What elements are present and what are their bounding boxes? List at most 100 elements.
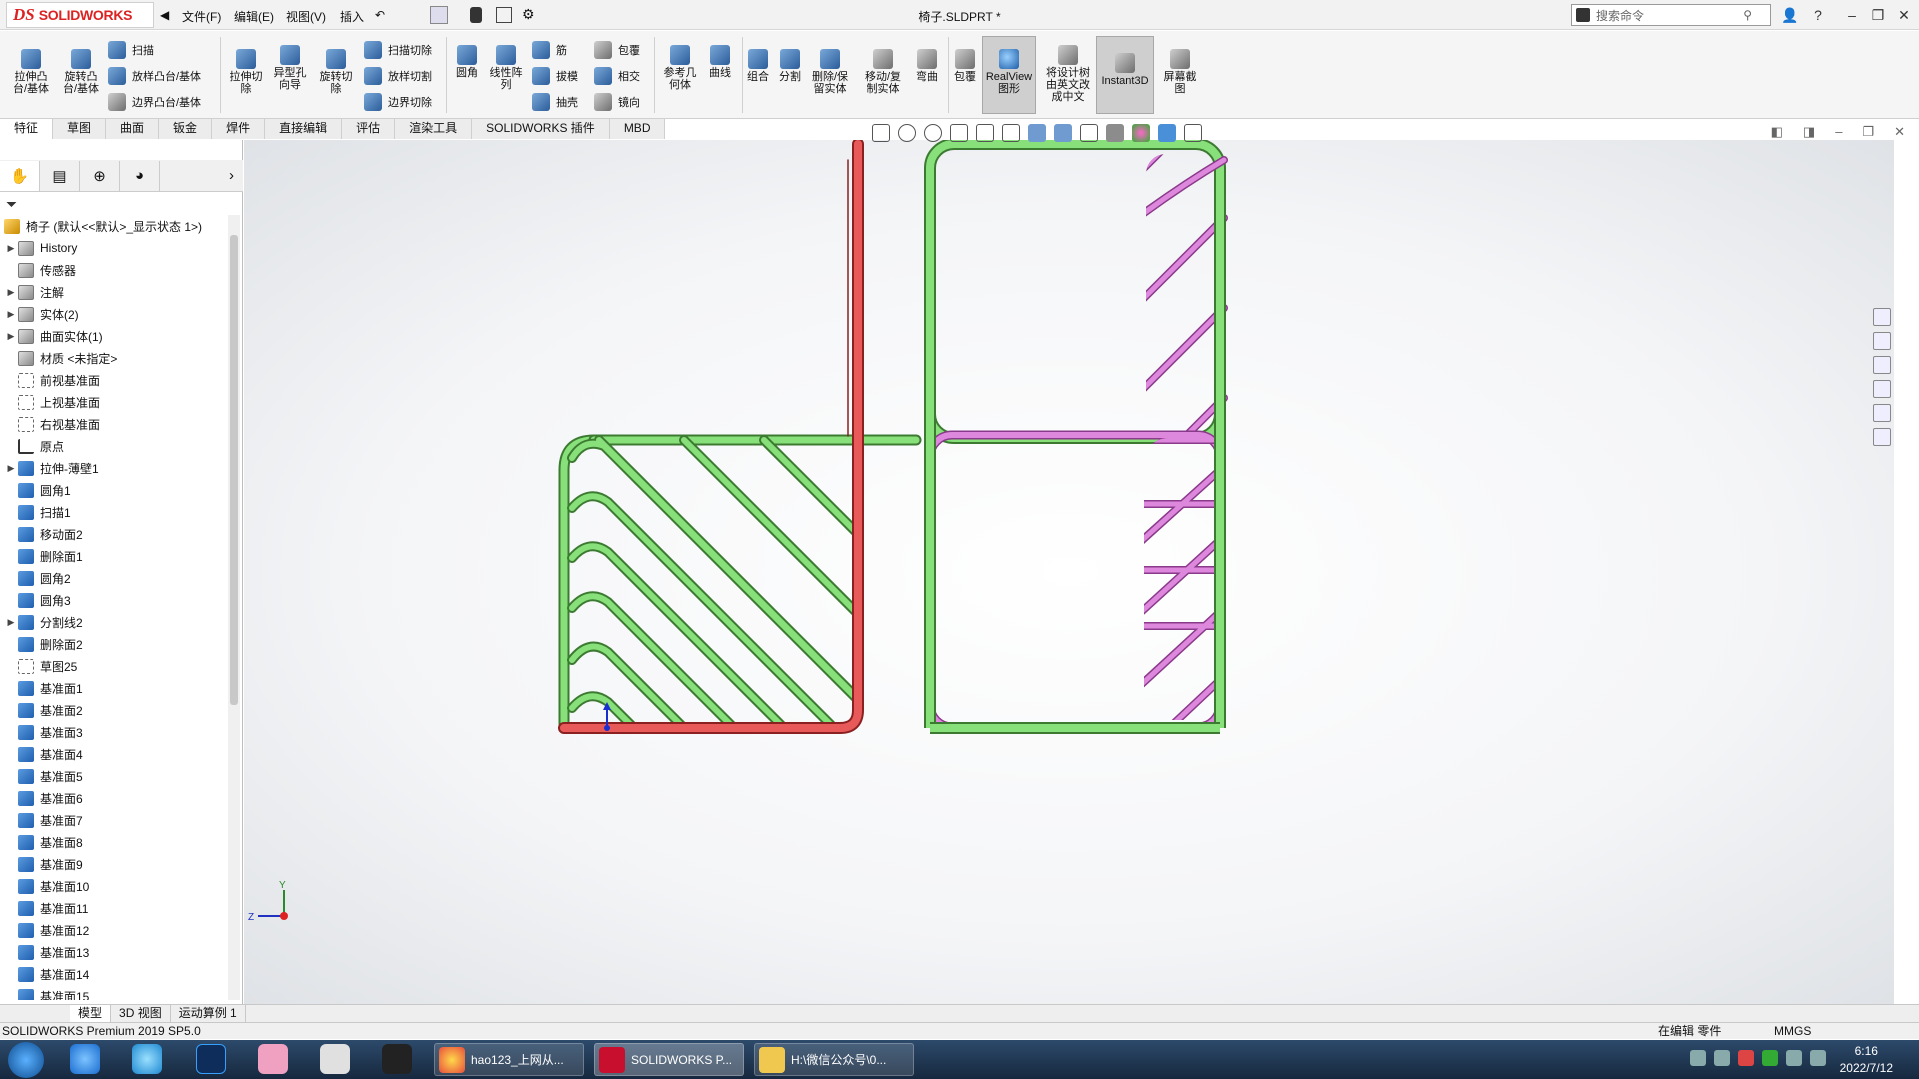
tab-motion-study[interactable]: 运动算例 1 [171, 1005, 246, 1022]
tree-item[interactable]: ▶ History [0, 237, 225, 259]
unit-system[interactable]: MMGS [1774, 1023, 1811, 1039]
revolve-boss-button[interactable]: 旋转凸台/基体 [58, 49, 104, 95]
taskbar-item-folder[interactable]: H:\微信公众号\0... [754, 1043, 914, 1076]
menu-view[interactable]: 视图(V) [286, 8, 326, 25]
view-orientation-icon[interactable] [1028, 124, 1046, 142]
tree-item[interactable]: 基准面9 [0, 853, 225, 875]
tab-direct-editing[interactable]: 直接编辑 [265, 119, 343, 139]
tab-mbd[interactable]: MBD [609, 119, 666, 139]
tree-item[interactable]: 草图25 [0, 655, 225, 677]
mirror-button[interactable]: 镜向 [594, 93, 640, 111]
traffic-light-icon[interactable] [470, 7, 482, 23]
tree-item[interactable]: ▶ 曲面实体(1) [0, 325, 225, 347]
browser-icon[interactable] [132, 1044, 162, 1074]
view-settings-icon[interactable] [1158, 124, 1176, 142]
tree-item[interactable]: 基准面13 [0, 941, 225, 963]
monitor-icon[interactable] [1184, 124, 1202, 142]
tab-features[interactable]: 特征 [0, 119, 54, 139]
menu-file[interactable]: 文件(F) [182, 8, 221, 25]
tab-sketch[interactable]: 草图 [53, 119, 107, 139]
file-explorer-icon[interactable] [1873, 356, 1891, 374]
model-viewport[interactable]: Y Z [244, 140, 1894, 1004]
tree-item[interactable]: 基准面1 [0, 677, 225, 699]
move-copy-body-button[interactable]: 移动/复制实体 [860, 49, 906, 95]
tree-item[interactable]: 基准面3 [0, 721, 225, 743]
tree-item[interactable]: 圆角2 [0, 567, 225, 589]
app-icon-5[interactable] [320, 1044, 350, 1074]
collapse-menu-arrow-icon[interactable]: ◀ [160, 8, 169, 22]
tree-item[interactable]: 基准面12 [0, 919, 225, 941]
tree-item[interactable]: 原点 [0, 435, 225, 457]
tree-item[interactable]: ▶ 分割线2 [0, 611, 225, 633]
apply-scene-icon[interactable] [1132, 124, 1150, 142]
viewport-close-icon[interactable]: ✕ [1894, 124, 1905, 140]
tray-network-icon[interactable] [1714, 1050, 1730, 1066]
appearances-icon[interactable] [1873, 404, 1891, 422]
zoom-to-fit-icon[interactable] [898, 124, 916, 142]
taskbar-item-solidworks[interactable]: SOLIDWORKS P... [594, 1043, 744, 1076]
edit-appearance-icon[interactable] [1106, 124, 1124, 142]
close-icon[interactable]: ✕ [1894, 5, 1914, 25]
gear-icon[interactable]: ⚙ [522, 6, 535, 23]
view-palette-icon[interactable] [1873, 380, 1891, 398]
help-icon[interactable]: ? [1808, 5, 1828, 25]
expand-arrow-icon[interactable]: ▶ [4, 617, 18, 628]
tray-volume-icon[interactable] [1786, 1050, 1802, 1066]
tree-item[interactable]: 基准面7 [0, 809, 225, 831]
tree-item[interactable]: 基准面4 [0, 743, 225, 765]
display-style-icon[interactable] [1054, 124, 1072, 142]
tree-item[interactable]: 删除面2 [0, 633, 225, 655]
tree-scrollbar[interactable] [228, 215, 240, 1000]
tree-item[interactable]: 传感器 [0, 259, 225, 281]
wrap-small-button[interactable]: 包覆 [594, 41, 640, 59]
dynamic-annotation-icon[interactable] [1002, 124, 1020, 142]
expand-arrow-icon[interactable]: ▶ [4, 309, 18, 320]
restore-icon[interactable]: ❐ [1868, 5, 1888, 25]
tab-evaluate[interactable]: 评估 [342, 119, 396, 139]
expand-arrow-icon[interactable]: ▶ [4, 243, 18, 254]
tree-item[interactable]: 前视基准面 [0, 369, 225, 391]
tree-item[interactable]: 基准面2 [0, 699, 225, 721]
search-mode-icon[interactable] [1576, 8, 1590, 22]
hide-show-items-icon[interactable] [1080, 124, 1098, 142]
minimize-icon[interactable]: – [1842, 5, 1862, 25]
start-button-icon[interactable] [8, 1042, 44, 1078]
photoshop-icon[interactable] [196, 1044, 226, 1074]
property-manager-tab[interactable]: ▤ [40, 160, 80, 191]
tree-item[interactable]: 扫描1 [0, 501, 225, 523]
custom-properties-icon[interactable] [1873, 428, 1891, 446]
tree-item[interactable]: 圆角1 [0, 479, 225, 501]
sweep-button[interactable]: 扫描 [108, 41, 154, 59]
tree-item[interactable]: 圆角3 [0, 589, 225, 611]
expand-arrow-icon[interactable]: ▶ [4, 331, 18, 342]
home-icon[interactable] [1873, 308, 1891, 326]
display-manager-tab[interactable]: ◕ [120, 160, 160, 191]
search-icon[interactable]: ⚲ [1743, 8, 1752, 22]
app-icon-1[interactable] [70, 1044, 100, 1074]
viewport-minimize-icon[interactable]: – [1835, 124, 1842, 140]
shell-button[interactable]: 抽壳 [532, 93, 578, 111]
tree-item[interactable]: 基准面14 [0, 963, 225, 985]
viewport-prev-icon[interactable]: ◧ [1771, 124, 1783, 140]
configuration-manager-tab[interactable]: ⊕ [80, 160, 120, 191]
solidworks-logo[interactable]: DS SOLIDWORKS [6, 2, 154, 28]
expand-panel-icon[interactable]: › [160, 161, 240, 191]
tab-weldments[interactable]: 焊件 [212, 119, 266, 139]
hole-wizard-button[interactable]: 异型孔向导 [270, 45, 310, 91]
tab-sheet-metal[interactable]: 钣金 [159, 119, 213, 139]
extrude-cut-button[interactable]: 拉伸切除 [226, 49, 266, 95]
tree-item[interactable]: 删除面1 [0, 545, 225, 567]
undo-icon[interactable]: ↶ [375, 8, 385, 22]
expand-arrow-icon[interactable]: ▶ [4, 287, 18, 298]
tree-item[interactable]: 移动面2 [0, 523, 225, 545]
menu-insert[interactable]: 插入 [340, 8, 364, 25]
tree-scrollbar-thumb[interactable] [230, 235, 238, 705]
menu-edit[interactable]: 编辑(E) [234, 8, 274, 25]
right-side-rails[interactable] [924, 170, 1226, 734]
tree-item[interactable]: 基准面8 [0, 831, 225, 853]
search-command-box[interactable]: 搜索命令 ⚲ [1571, 4, 1771, 26]
intersect-button[interactable]: 相交 [594, 67, 640, 85]
taskbar-item-hao123[interactable]: hao123_上网从... [434, 1043, 584, 1076]
taskbar-clock[interactable]: 6:16 2022/7/12 [1840, 1043, 1893, 1077]
tray-security-icon[interactable] [1762, 1050, 1778, 1066]
